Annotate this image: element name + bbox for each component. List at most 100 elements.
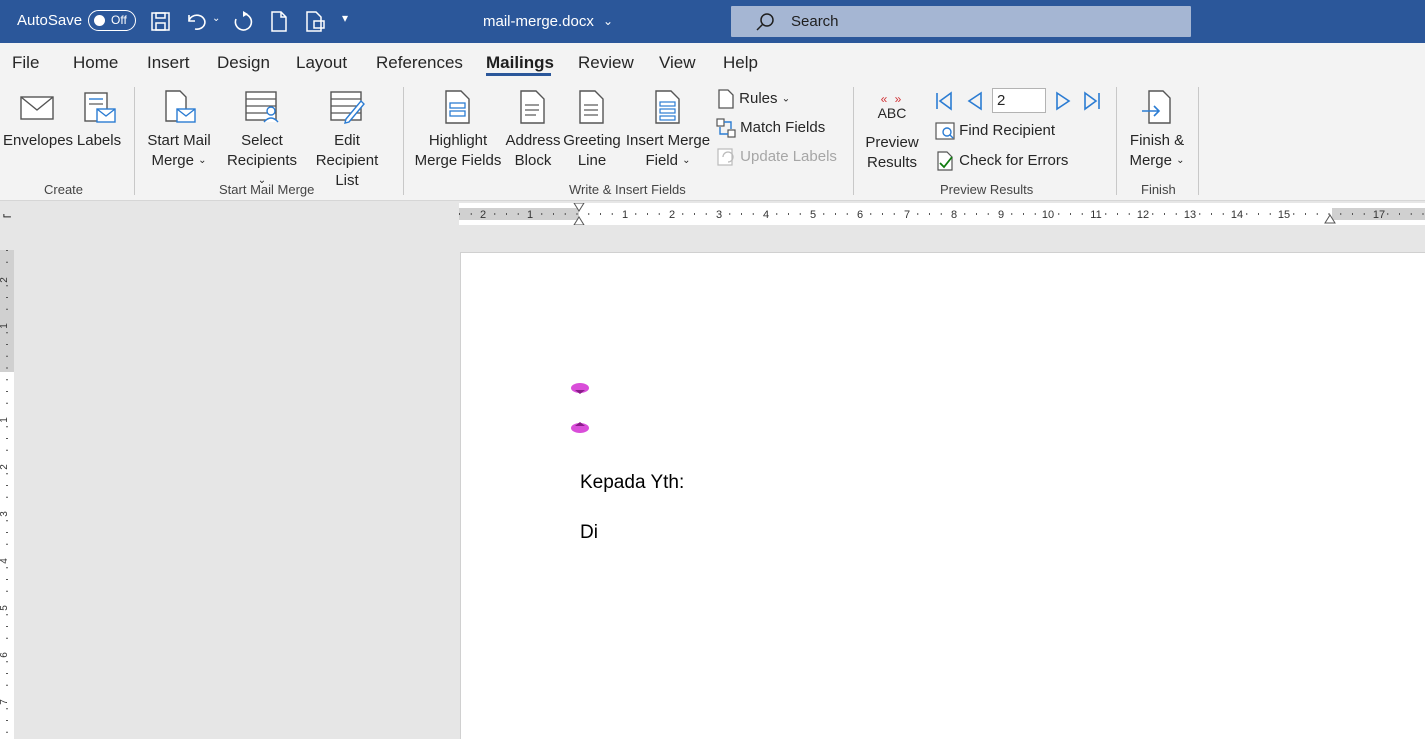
ruler-tick <box>6 579 8 580</box>
labels-button[interactable]: Labels <box>74 91 124 151</box>
ruler-tick <box>1128 213 1130 215</box>
finish-group-label: Finish <box>1141 182 1176 197</box>
find-recipient-icon <box>935 122 955 140</box>
indent-marker[interactable] <box>573 203 585 225</box>
ruler-tick <box>870 213 872 215</box>
find-recipient-button[interactable]: Find Recipient <box>935 121 1055 141</box>
ruler-tick <box>635 213 637 215</box>
preview-results-button[interactable]: « » ABC Preview Results <box>860 93 924 173</box>
customize-toolbar-icon[interactable]: ▾ <box>342 11 348 25</box>
ruler-tick <box>6 532 8 533</box>
match-fields-button[interactable]: Match Fields <box>716 118 825 138</box>
ruler-tick <box>1422 213 1424 215</box>
vertical-ruler[interactable]: 2 1 1 2 3 4 5 6 7 <box>0 250 14 739</box>
previous-record-icon[interactable] <box>966 91 984 111</box>
tab-layout[interactable]: Layout <box>296 53 347 73</box>
rules-label: Rules <box>739 89 778 107</box>
tab-review[interactable]: Review <box>578 53 634 73</box>
ruler-tick <box>799 213 801 215</box>
insert-merge-field-button[interactable]: Insert Merge Field ⌄ <box>624 89 712 171</box>
next-record-icon[interactable] <box>1054 91 1072 111</box>
chevron-down-icon: ⌄ <box>198 155 207 167</box>
address-block-button[interactable]: Address Block <box>504 89 562 171</box>
tab-mailings[interactable]: Mailings <box>486 53 554 73</box>
ruler-tick <box>893 213 895 215</box>
tab-insert[interactable]: Insert <box>147 53 190 73</box>
ruler-tick <box>459 213 460 215</box>
right-indent-marker[interactable] <box>1324 214 1336 224</box>
ruler-tick <box>1081 213 1083 215</box>
ruler-tick-label: 4 <box>763 209 769 221</box>
autosave-toggle[interactable]: Off <box>88 10 136 31</box>
last-record-icon[interactable] <box>1082 91 1102 111</box>
update-labels-button[interactable]: Update Labels <box>716 147 837 167</box>
ruler-tick-label: 2 <box>669 209 675 221</box>
check-for-errors-button[interactable]: Check for Errors <box>935 151 1068 171</box>
tab-file[interactable]: File <box>12 53 39 73</box>
document-page[interactable]: Kepada Yth: Di <box>460 252 1425 739</box>
ruler-tick <box>741 213 742 215</box>
select-recipients-button[interactable]: Select Recipients ⌄ <box>226 89 298 191</box>
envelopes-label: Envelopes <box>3 132 74 149</box>
insert-merge-field-line2: Field <box>645 152 678 169</box>
document-filename[interactable]: mail-merge.docx <box>483 13 594 30</box>
ruler-tick <box>564 213 566 215</box>
ruler-tick-label: 7 <box>904 209 910 221</box>
ruler-tick <box>929 213 930 215</box>
tab-help[interactable]: Help <box>723 53 758 73</box>
edit-recipient-list-line2: Recipient List <box>315 152 379 189</box>
search-box[interactable]: Search <box>731 6 1191 37</box>
ruler-tick <box>541 213 543 215</box>
tab-references[interactable]: References <box>376 53 463 73</box>
undo-dropdown-icon[interactable]: ⌄ <box>212 13 220 24</box>
ruler-tick <box>6 520 8 522</box>
select-recipients-line2: Recipients <box>226 152 298 169</box>
title-bar: AutoSave Off ⌄ ▾ mail-merge.docx ⌄ Searc… <box>0 0 1425 43</box>
ruler-tick <box>6 731 8 733</box>
ruler-tick <box>6 567 8 569</box>
ruler-tick <box>6 720 8 721</box>
ruler-tick <box>1293 213 1295 215</box>
autosave-state: Off <box>111 13 127 27</box>
tab-home[interactable]: Home <box>73 53 118 73</box>
record-number-input[interactable]: 2 <box>992 88 1046 113</box>
horizontal-ruler[interactable]: 2 1 1 2 3 4 5 6 7 8 9 10 11 12 13 14 15 17 <box>459 203 1425 225</box>
rules-button[interactable]: Rules ⌄ <box>717 89 790 109</box>
ruler-tick <box>6 543 8 545</box>
greeting-line-button[interactable]: Greeting Line <box>562 89 622 171</box>
tab-selector[interactable]: ⌙ <box>2 208 12 222</box>
highlight-merge-fields-button[interactable]: Highlight Merge Fields <box>412 89 504 171</box>
document-text-line: Kepada Yth: <box>580 472 685 493</box>
ruler-tick <box>882 213 883 215</box>
tab-design[interactable]: Design <box>217 53 270 73</box>
ruler-tick-label: 11 <box>1090 209 1101 221</box>
save-icon[interactable] <box>150 11 171 32</box>
ruler-tick <box>1175 213 1177 215</box>
edit-recipient-list-button[interactable]: Edit Recipient List <box>302 89 392 191</box>
ruler-tick <box>1034 213 1036 215</box>
chevron-down-icon: ⌄ <box>781 93 791 105</box>
search-icon <box>756 13 774 31</box>
tab-view[interactable]: View <box>659 53 696 73</box>
ruler-tick-label: 5 <box>810 209 816 221</box>
ruler-tick <box>6 661 8 663</box>
start-mail-merge-button[interactable]: Start Mail Merge ⌄ <box>140 89 218 171</box>
print-preview-icon[interactable] <box>305 11 325 32</box>
filename-chevron-icon[interactable]: ⌄ <box>603 14 613 28</box>
preview-results-group-label: Preview Results <box>940 182 1034 197</box>
envelopes-button[interactable]: Envelopes <box>3 91 74 151</box>
ruler-tick <box>6 449 8 451</box>
greeting-line-line2: Line <box>577 152 607 169</box>
ruler-tick <box>6 473 8 475</box>
finish-merge-button[interactable]: Finish & Merge ⌄ <box>1122 89 1192 171</box>
ruler-tick <box>6 426 8 428</box>
undo-icon[interactable] <box>185 11 207 32</box>
redo-icon[interactable] <box>232 11 254 32</box>
new-document-icon[interactable] <box>270 11 288 32</box>
ruler-tick <box>611 213 613 215</box>
ruler-tick-label: 9 <box>998 209 1004 221</box>
first-record-icon[interactable] <box>934 91 954 111</box>
ruler-tick-label: 3 <box>0 511 10 517</box>
group-separator <box>1116 87 1117 195</box>
start-mail-merge-line1: Start Mail <box>147 132 211 149</box>
